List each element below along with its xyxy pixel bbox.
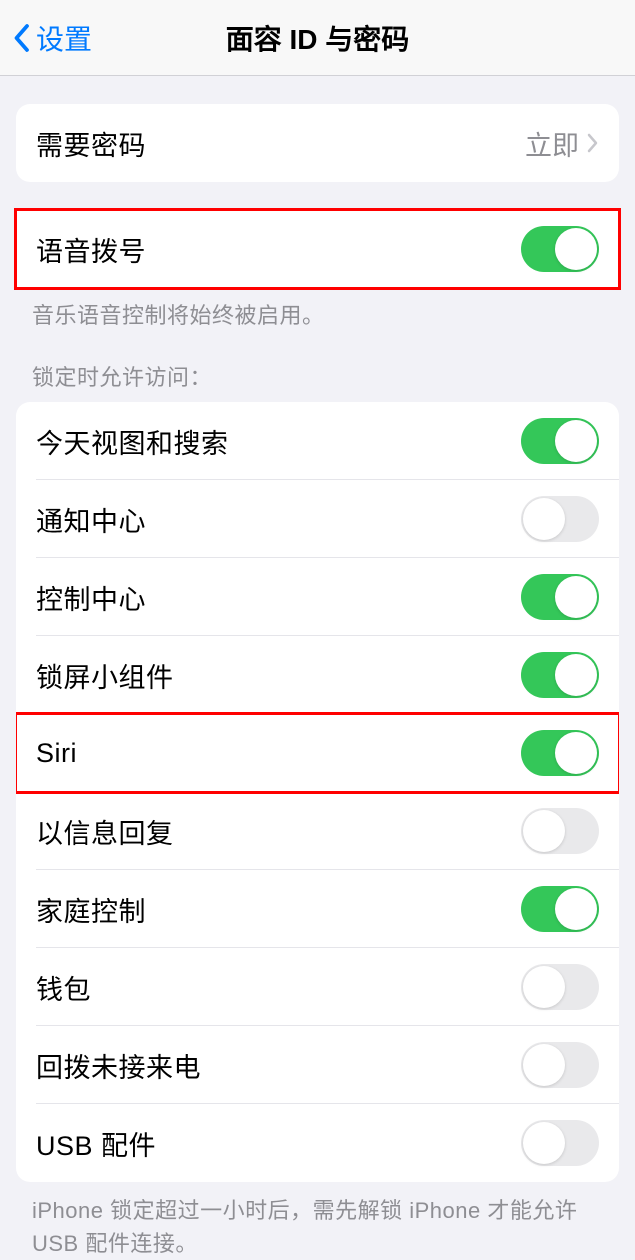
lock-access-toggle[interactable] [521, 964, 599, 1010]
toggle-knob [523, 1044, 565, 1086]
lock-access-item-label: 钱包 [36, 968, 91, 1007]
lock-access-toggle[interactable] [521, 1042, 599, 1088]
lock-access-item: 今天视图和搜索 [16, 402, 619, 480]
chevron-right-icon [587, 133, 599, 153]
toggle-knob [555, 654, 597, 696]
lock-access-item-label: 通知中心 [36, 500, 146, 539]
lock-access-group: 今天视图和搜索通知中心控制中心锁屏小组件 Siri 以信息回复家庭控制钱包回拨未接来… [16, 402, 619, 1182]
lock-access-item: 以信息回复 [16, 792, 619, 870]
lock-access-toggle[interactable] [521, 808, 599, 854]
back-button[interactable]: 设置 [0, 18, 92, 58]
toggle-knob [555, 420, 597, 462]
lock-access-toggle[interactable] [521, 496, 599, 542]
passcode-group: 需要密码 立即 [16, 104, 619, 182]
lock-access-footer: iPhone 锁定超过一小时后，需先解锁 iPhone 才能允许USB 配件连接… [0, 1182, 635, 1260]
back-label: 设置 [36, 18, 92, 58]
toggle-knob [523, 966, 565, 1008]
lock-access-toggle[interactable] [521, 652, 599, 698]
lock-access-toggle[interactable] [521, 574, 599, 620]
lock-access-item-label: 回拨未接来电 [36, 1046, 201, 1085]
lock-access-item: Siri [16, 714, 619, 792]
lock-access-item: 钱包 [16, 948, 619, 1026]
lock-access-item-label: 家庭控制 [36, 890, 146, 929]
lock-access-item: 通知中心 [16, 480, 619, 558]
toggle-knob [555, 732, 597, 774]
toggle-knob [555, 576, 597, 618]
lock-access-toggle[interactable] [521, 1120, 599, 1166]
lock-access-item: 家庭控制 [16, 870, 619, 948]
voice-dial-toggle[interactable] [521, 226, 599, 272]
toggle-knob [523, 810, 565, 852]
page-title: 面容 ID 与密码 [0, 18, 635, 58]
toggle-knob [523, 1122, 565, 1164]
voice-dial-label: 语音拨号 [36, 230, 146, 269]
lock-access-item-label: 锁屏小组件 [36, 656, 174, 695]
lock-access-item: 锁屏小组件 [16, 636, 619, 714]
toggle-knob [555, 888, 597, 930]
lock-access-item: USB 配件 [16, 1104, 619, 1182]
lock-access-item-label: 以信息回复 [36, 812, 174, 851]
lock-access-header: 锁定时允许访问： [0, 330, 635, 402]
voice-dial-footer: 音乐语音控制将始终被启用。 [0, 288, 635, 330]
toggle-knob [555, 228, 597, 270]
lock-access-item: 控制中心 [16, 558, 619, 636]
cell-right-accessory: 立即 [525, 124, 599, 163]
lock-access-item-label: USB 配件 [36, 1124, 156, 1163]
lock-access-item-label: 今天视图和搜索 [36, 422, 229, 461]
lock-access-item-label: Siri [36, 738, 77, 769]
lock-access-toggle[interactable] [521, 730, 599, 776]
voice-dial-group: 语音拨号 [16, 210, 619, 288]
lock-access-toggle[interactable] [521, 886, 599, 932]
require-passcode-value: 立即 [525, 124, 579, 163]
require-passcode-cell[interactable]: 需要密码 立即 [16, 104, 619, 182]
require-passcode-label: 需要密码 [36, 124, 146, 163]
lock-access-item: 回拨未接来电 [16, 1026, 619, 1104]
lock-access-toggle[interactable] [521, 418, 599, 464]
lock-access-item-label: 控制中心 [36, 578, 146, 617]
navigation-header: 设置 面容 ID 与密码 [0, 0, 635, 76]
toggle-knob [523, 498, 565, 540]
voice-dial-cell: 语音拨号 [16, 210, 619, 288]
chevron-left-icon [12, 23, 30, 53]
settings-content: 需要密码 立即 语音拨号 音乐语音控制将始终被启用。 锁定时允许访问： 今天视图… [0, 104, 635, 1260]
